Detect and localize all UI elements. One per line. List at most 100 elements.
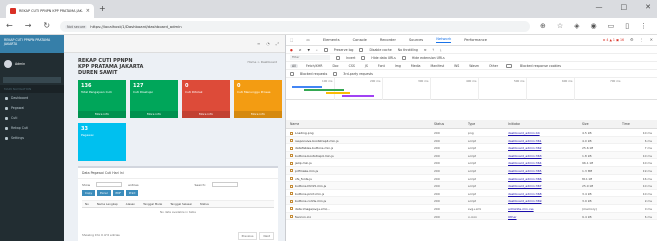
profile-icon[interactable]: ◉	[591, 22, 597, 30]
sidebar-item-settings[interactable]: Settings	[0, 133, 64, 143]
search-icon[interactable]: ⌕	[316, 48, 318, 52]
network-request-row[interactable]: jszip.min.js 200 script dashboard_admin:364…	[286, 159, 657, 167]
network-request-row[interactable]: pdfmake.min.js 200 script dashboard_admin:3…	[286, 166, 657, 175]
throttling-select[interactable]: No throttling	[398, 48, 418, 52]
network-request-row[interactable]: data:image/svg+xml;... 200 svg+xml adminlte…	[286, 205, 657, 213]
more-info-link[interactable]: More info	[78, 111, 126, 118]
hide-extension-urls-checkbox[interactable]	[401, 55, 406, 60]
chip-img[interactable]: Img	[393, 64, 403, 68]
column-initiator[interactable]: Initiator	[508, 120, 520, 128]
new-tab-button[interactable]: +	[99, 5, 106, 13]
address-bar[interactable]: Not secure https://localhost/1/Dashboard…	[60, 21, 530, 32]
back-icon[interactable]: ←	[6, 21, 13, 30]
menu-icon[interactable]: ⋮	[640, 22, 647, 30]
browser-tab[interactable]: REKAP CUTI PPNPN KPP PRATAMA JAK… ×	[6, 4, 94, 18]
close-icon[interactable]: ✕	[650, 37, 653, 42]
sidebar-icon[interactable]: ▯	[625, 22, 629, 30]
network-request-row[interactable]: buttons.html5.min.js 200 script dashboard_a…	[286, 182, 657, 190]
column-header[interactable]: Tanggal Mulai	[143, 202, 162, 206]
record-icon[interactable]: ●	[290, 48, 293, 52]
upload-icon[interactable]: ⤒	[433, 48, 434, 52]
request-name[interactable]: favicon.ico	[290, 213, 311, 221]
excel-button[interactable]: Excel	[97, 190, 111, 196]
request-initiator[interactable]: Other	[508, 213, 517, 221]
chip-font[interactable]: Font	[376, 64, 387, 68]
app-brand[interactable]: REKAP CUTI PPNPN PRATAMA JAKARTA	[0, 35, 64, 53]
chip-js[interactable]: JS	[363, 64, 370, 68]
tab-network[interactable]: Network	[436, 37, 452, 43]
chip-all[interactable]: All	[290, 63, 298, 68]
blocked-requests-checkbox[interactable]	[290, 71, 294, 76]
sidebar-item-dashboard[interactable]: Dashboard	[0, 93, 64, 103]
chip-manifest[interactable]: Manifest	[429, 64, 447, 68]
tab-performance[interactable]: Performance	[464, 38, 487, 42]
network-request-row[interactable]: buttons.bootstrap4.min.js 200 script dashbo…	[286, 151, 657, 160]
minimize-button[interactable]: —	[596, 3, 603, 11]
filter-input[interactable]: Filter	[290, 55, 330, 60]
tab-search-icon[interactable]: ▭	[608, 22, 615, 30]
copy-button[interactable]: Copy	[82, 190, 96, 196]
column-type[interactable]: Type	[468, 120, 475, 128]
preserve-log-checkbox[interactable]	[323, 47, 328, 52]
device-toolbar-icon[interactable]: ▭	[306, 38, 309, 42]
column-status[interactable]: Status	[434, 120, 444, 128]
column-header[interactable]: Alasan	[126, 202, 135, 206]
next-page-button[interactable]: Next	[259, 232, 274, 240]
network-request-row[interactable]: responsive.bootstrap4.min.js 200 script das…	[286, 136, 657, 145]
hamburger-icon[interactable]: ≡	[257, 41, 260, 46]
tab-sources[interactable]: Sources	[409, 38, 423, 42]
network-request-row[interactable]: buttons.colVis.min.js 200 script dashboard_…	[286, 197, 657, 205]
sidebar-item-cuti[interactable]: Cuti	[0, 113, 64, 123]
disable-cache-checkbox[interactable]	[359, 47, 364, 52]
sidebar-search-input[interactable]	[3, 77, 61, 83]
reload-icon[interactable]: ↻	[43, 21, 50, 30]
chip-fetch[interactable]: Fetch/XHR	[304, 64, 325, 68]
column-header[interactable]: No	[85, 202, 89, 206]
chip-media[interactable]: Media	[409, 64, 423, 68]
chip-css[interactable]: CSS	[347, 64, 357, 68]
forward-icon[interactable]: →	[25, 21, 32, 30]
download-icon[interactable]: ⤓	[440, 48, 441, 52]
more-info-link[interactable]: More info	[234, 111, 282, 118]
tab-elements[interactable]: Elements	[323, 38, 340, 42]
print-button[interactable]: Print	[125, 190, 139, 196]
network-request-row[interactable]: vfs_fonts.js 200 script dashboard_admin:366…	[286, 175, 657, 183]
entries-select[interactable]	[96, 182, 123, 187]
more-info-link[interactable]: More info	[130, 111, 178, 118]
extension-icon[interactable]: ◈	[574, 22, 579, 30]
fullscreen-icon[interactable]: ⤢	[276, 41, 279, 46]
sidebar-item-rekap[interactable]: Rekap Cuti	[0, 123, 64, 133]
tab-recorder[interactable]: Recorder	[380, 38, 396, 42]
network-request-row[interactable]: Loading.png 200 png dashboard_admin:44 4.5 k…	[286, 129, 657, 137]
gear-icon[interactable]: ⚙	[630, 37, 634, 42]
issue-badges[interactable]: ⊗ 4 ▲ 1 ▣ 16	[603, 38, 624, 42]
network-request-row[interactable]: favicon.ico 200 x-icon Other 9.4 kB 6 ms	[286, 212, 657, 221]
more-icon[interactable]: ⋮	[640, 37, 644, 42]
column-header[interactable]: Tanggal Selesai	[170, 202, 192, 206]
bookmark-star-icon[interactable]: ☆	[557, 22, 563, 30]
chip-wasm[interactable]: Wasm	[467, 64, 481, 68]
breadcrumb[interactable]: Home > Dashboard	[247, 60, 277, 64]
blocked-cookies-checkbox[interactable]	[506, 63, 513, 68]
site-info-badge[interactable]: Not secure	[65, 24, 88, 29]
sidebar-item-pegawai[interactable]: Pegawai	[0, 103, 64, 113]
hide-data-urls-checkbox[interactable]	[361, 55, 366, 60]
url-text[interactable]: https://localhost/1/Dashboard/dashboard_…	[90, 24, 181, 29]
column-size[interactable]: Size	[582, 120, 589, 128]
filter-icon[interactable]: ▼	[307, 48, 309, 52]
inspect-icon[interactable]: ⬚	[290, 38, 293, 42]
network-timeline[interactable]: 100 ms 200 ms 300 ms 400 ms 500 ms 600 m…	[286, 78, 657, 100]
close-window-button[interactable]: ✕	[645, 3, 651, 11]
column-name[interactable]: Name	[290, 120, 299, 128]
tab-console[interactable]: Console	[353, 38, 367, 42]
bell-icon[interactable]: ◔	[266, 41, 270, 46]
column-time[interactable]: Time	[622, 120, 630, 128]
maximize-button[interactable]: □	[621, 3, 628, 11]
previous-page-button[interactable]: Previous	[237, 232, 258, 240]
third-party-checkbox[interactable]	[333, 71, 338, 76]
more-info-link[interactable]: More info	[182, 111, 230, 118]
chip-ws[interactable]: WS	[452, 64, 461, 68]
network-request-row[interactable]: buttons.print.min.js 200 script dashboard_a…	[286, 190, 657, 198]
zoom-icon[interactable]: ⊕	[540, 22, 546, 30]
column-header[interactable]: Nama Lengkap	[97, 202, 118, 206]
